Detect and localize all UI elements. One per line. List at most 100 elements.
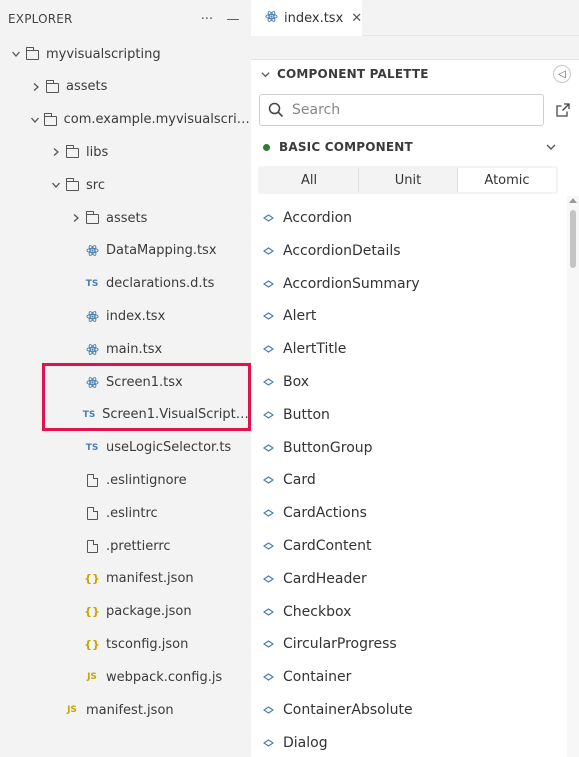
typescript-file-icon: TS bbox=[82, 409, 96, 420]
tree-item-label: myvisualscripting bbox=[46, 46, 161, 62]
react-file-icon bbox=[84, 376, 100, 389]
segment-all[interactable]: All bbox=[260, 168, 359, 192]
component-icon bbox=[261, 345, 275, 353]
component-item[interactable]: AccordionDetails bbox=[251, 235, 561, 267]
component-item[interactable]: Card bbox=[251, 464, 561, 496]
component-item[interactable]: ButtonGroup bbox=[251, 432, 561, 464]
tree-item[interactable]: JS webpack.config.js bbox=[0, 661, 251, 693]
tree-item[interactable]: index.tsx bbox=[0, 300, 251, 332]
component-item[interactable]: CardContent bbox=[251, 530, 561, 562]
tree-item-label: .eslintignore bbox=[106, 472, 187, 488]
component-item[interactable]: CircularProgress bbox=[251, 628, 561, 660]
search-box[interactable] bbox=[259, 94, 544, 126]
component-item[interactable]: Checkbox bbox=[251, 596, 561, 628]
component-icon bbox=[261, 443, 275, 452]
component-palette-panel: COMPONENT PALETTE ◁ BASIC COMPONENT All … bbox=[251, 60, 579, 757]
tree-item[interactable]: myvisualscripting bbox=[0, 38, 251, 70]
file-icon bbox=[84, 473, 100, 487]
tree-item[interactable]: main.tsx bbox=[0, 333, 251, 365]
component-item[interactable]: Accordion bbox=[251, 202, 561, 234]
folder-icon bbox=[44, 79, 60, 93]
tree-item[interactable]: assets bbox=[0, 71, 251, 103]
component-icon bbox=[261, 509, 275, 517]
search-input[interactable] bbox=[292, 102, 522, 118]
component-item[interactable]: CardActions bbox=[251, 497, 561, 529]
chevron-down-icon[interactable] bbox=[8, 49, 24, 59]
component-item[interactable]: Box bbox=[251, 366, 561, 398]
tree-item[interactable]: com.example.myvisualscripti... bbox=[0, 104, 251, 136]
component-item[interactable]: Container bbox=[251, 661, 561, 693]
tree-item[interactable]: TS useLogicSelector.ts bbox=[0, 432, 251, 464]
tree-item-label: tsconfig.json bbox=[106, 636, 189, 652]
component-icon bbox=[261, 607, 275, 616]
tree-item-label: manifest.json bbox=[106, 571, 194, 587]
tree-item[interactable]: TS Screen1.VisualScripting.ts bbox=[0, 399, 251, 431]
folder-icon bbox=[64, 178, 80, 192]
tree-item-label: package.json bbox=[106, 604, 192, 620]
component-item-label: CardActions bbox=[283, 505, 367, 522]
tree-item[interactable]: src bbox=[0, 169, 251, 201]
chevron-down-icon[interactable] bbox=[48, 180, 64, 190]
component-icon bbox=[261, 706, 275, 714]
chevron-right-icon[interactable] bbox=[48, 147, 64, 157]
tree-item[interactable]: Screen1.tsx bbox=[0, 366, 251, 398]
scrollbar[interactable] bbox=[567, 196, 579, 757]
tree-item-label: DataMapping.tsx bbox=[106, 243, 217, 259]
folder-icon bbox=[84, 211, 100, 224]
tab-label: index.tsx bbox=[284, 10, 344, 26]
tree-item[interactable]: {} manifest.json bbox=[0, 563, 251, 595]
component-item-label: Checkbox bbox=[283, 603, 352, 620]
basic-component-section-header[interactable]: BASIC COMPONENT bbox=[251, 134, 561, 160]
segment-atomic[interactable]: Atomic bbox=[458, 168, 556, 192]
tab-bar: index.tsx ✕ bbox=[251, 0, 579, 36]
component-item-label: CardContent bbox=[283, 538, 372, 554]
chevron-right-icon[interactable] bbox=[28, 82, 44, 92]
component-item-label: AlertTitle bbox=[283, 341, 347, 358]
component-item[interactable]: AlertTitle bbox=[251, 333, 561, 365]
tree-item[interactable]: libs bbox=[0, 136, 251, 168]
tree-item[interactable]: {} tsconfig.json bbox=[0, 628, 251, 660]
component-item[interactable]: CardHeader bbox=[251, 563, 561, 595]
tree-item-label: src bbox=[86, 177, 105, 193]
segment-unit[interactable]: Unit bbox=[359, 168, 458, 192]
chevron-right-icon[interactable] bbox=[68, 213, 84, 223]
palette-header[interactable]: COMPONENT PALETTE ◁ bbox=[251, 60, 579, 88]
scrollbar-thumb[interactable] bbox=[570, 210, 576, 268]
chevron-down-icon[interactable] bbox=[28, 115, 43, 125]
tree-item[interactable]: {} package.json bbox=[0, 596, 251, 628]
component-item[interactable]: Button bbox=[251, 399, 561, 431]
react-file-icon bbox=[84, 244, 100, 257]
component-icon bbox=[261, 378, 275, 386]
tree-item[interactable]: .eslintrc bbox=[0, 497, 251, 529]
scroll-up-arrow[interactable] bbox=[569, 198, 577, 203]
close-icon[interactable]: ✕ bbox=[351, 11, 362, 26]
folder-icon bbox=[24, 47, 40, 60]
tab-sub-bar bbox=[251, 36, 579, 60]
tree-item[interactable]: assets bbox=[0, 202, 251, 234]
tree-item[interactable]: .prettierrc bbox=[0, 530, 251, 562]
component-item[interactable]: Dialog bbox=[251, 727, 561, 757]
tree-item-label: useLogicSelector.ts bbox=[106, 440, 232, 456]
component-filter-segmented-control: All Unit Atomic bbox=[258, 166, 558, 194]
component-item[interactable]: Alert bbox=[251, 300, 561, 332]
tree-item[interactable]: .eslintignore bbox=[0, 464, 251, 496]
component-icon bbox=[261, 247, 275, 255]
component-icon bbox=[261, 673, 275, 681]
component-item-label: Accordion bbox=[283, 210, 353, 226]
component-icon bbox=[261, 279, 275, 288]
javascript-file-icon: JS bbox=[67, 705, 77, 715]
collapse-panel-icon[interactable]: ◁ bbox=[553, 65, 571, 83]
minimize-icon[interactable]: — bbox=[225, 12, 241, 27]
component-item[interactable]: ContainerAbsolute bbox=[251, 694, 561, 726]
component-icon bbox=[261, 476, 275, 485]
component-item[interactable]: AccordionSummary bbox=[251, 268, 561, 300]
open-external-icon[interactable] bbox=[555, 102, 571, 118]
tree-item-label: Screen1.tsx bbox=[106, 374, 183, 390]
tree-item[interactable]: DataMapping.tsx bbox=[0, 235, 251, 267]
section-title: BASIC COMPONENT bbox=[279, 140, 413, 154]
more-icon[interactable]: ··· bbox=[199, 12, 215, 27]
tree-item[interactable]: TS declarations.d.ts bbox=[0, 268, 251, 300]
component-item-label: Card bbox=[283, 472, 316, 489]
tree-item[interactable]: JS manifest.json bbox=[0, 694, 251, 726]
tab-index-tsx[interactable]: index.tsx ✕ bbox=[251, 0, 362, 36]
